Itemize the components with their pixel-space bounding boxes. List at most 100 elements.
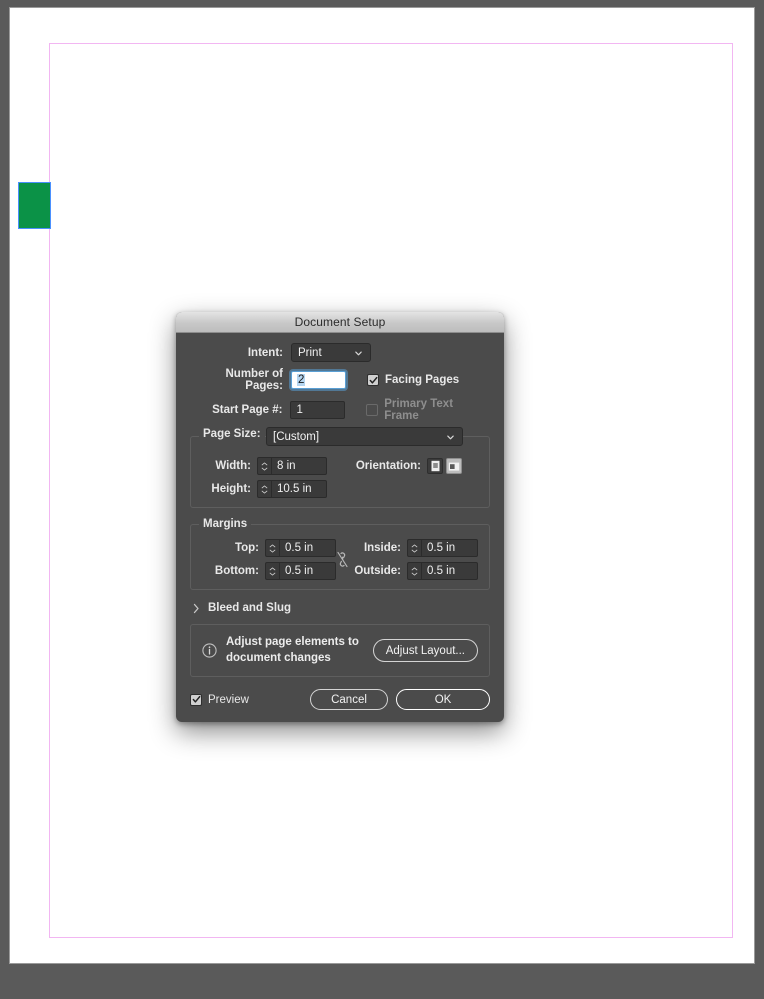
intent-label: Intent: xyxy=(247,346,283,359)
width-input[interactable]: 8 in xyxy=(271,457,327,475)
chevron-down-icon xyxy=(269,549,276,552)
width-label: Width: xyxy=(215,460,251,472)
orientation-buttons xyxy=(427,458,462,474)
margin-bottom-stepper[interactable]: 0.5 in xyxy=(265,562,336,580)
stepper-arrows[interactable] xyxy=(407,539,421,557)
margin-outside-label: Outside: xyxy=(354,565,401,577)
intent-select[interactable]: Print xyxy=(291,343,371,362)
chevron-down-icon xyxy=(411,549,418,552)
bleed-and-slug-label: Bleed and Slug xyxy=(208,602,292,614)
margin-bottom-label: Bottom: xyxy=(214,565,259,577)
chevron-right-icon xyxy=(193,603,199,613)
adjust-layout-description: Adjust page elements to document changes xyxy=(226,636,359,664)
number-of-pages-input[interactable]: 2 xyxy=(291,371,346,389)
check-icon xyxy=(192,695,200,703)
dialog-body: Intent: Print Number of Pages: 2 Facing … xyxy=(176,333,504,722)
page-size-select[interactable]: [Custom] xyxy=(266,427,463,446)
intent-row: Intent: Print xyxy=(190,343,490,362)
bleed-and-slug-disclosure[interactable]: Bleed and Slug xyxy=(190,602,490,614)
margin-outside-value: 0.5 in xyxy=(427,565,456,577)
stepper-arrows[interactable] xyxy=(407,562,421,580)
height-input[interactable]: 10.5 in xyxy=(271,480,327,498)
margin-top-label: Top: xyxy=(234,542,259,554)
margin-outside-stepper[interactable]: 0.5 in xyxy=(407,562,478,580)
number-of-pages-label: Number of Pages: xyxy=(225,368,284,392)
margin-inside-input[interactable]: 0.5 in xyxy=(421,539,478,557)
height-value: 10.5 in xyxy=(277,483,312,495)
start-page-input[interactable]: 1 xyxy=(290,401,346,419)
start-page-row: Start Page #: 1 Primary Text Frame xyxy=(190,398,490,422)
orientation-label: Orientation: xyxy=(355,460,421,472)
check-icon xyxy=(369,376,377,384)
chevron-up-icon xyxy=(269,544,276,547)
number-of-pages-row: Number of Pages: 2 Facing Pages xyxy=(190,368,490,392)
dialog-footer: Preview Cancel OK xyxy=(190,689,490,711)
dialog-title: Document Setup xyxy=(294,315,386,329)
number-of-pages-value: 2 xyxy=(297,374,306,386)
page-size-value: [Custom] xyxy=(273,430,320,443)
chevron-down-icon xyxy=(411,572,418,575)
margin-inside-row: Inside: 0.5 in xyxy=(349,539,479,557)
unlink-margins-icon[interactable] xyxy=(336,551,349,568)
page-size-header: Page Size: xyxy=(199,428,265,440)
chevron-down-icon xyxy=(355,351,362,355)
chevron-up-icon xyxy=(269,567,276,570)
margin-outside-input[interactable]: 0.5 in xyxy=(421,562,478,580)
margins-group: Margins Top: 0.5 in Bottom: 0.5 in Insid… xyxy=(190,518,490,590)
margin-inside-value: 0.5 in xyxy=(427,542,456,554)
chevron-down-icon xyxy=(447,435,454,439)
adjust-layout-button[interactable]: Adjust Layout... xyxy=(372,639,478,663)
adjust-layout-panel: Adjust page elements to document changes… xyxy=(190,624,490,678)
margin-top-row: Top: 0.5 in xyxy=(201,539,336,557)
width-value: 8 in xyxy=(277,460,296,472)
stepper-arrows[interactable] xyxy=(265,539,279,557)
height-row: Height: 10.5 in xyxy=(201,480,479,498)
height-label: Height: xyxy=(211,483,251,495)
stepper-arrows[interactable] xyxy=(257,457,271,475)
stepper-arrows[interactable] xyxy=(265,562,279,580)
chevron-down-icon xyxy=(261,490,268,493)
chevron-up-icon xyxy=(261,462,268,465)
chevron-down-icon xyxy=(269,572,276,575)
width-stepper[interactable]: 8 in xyxy=(257,457,327,475)
document-setup-dialog: Document Setup Intent: Print Number of P… xyxy=(176,312,504,723)
facing-pages-label: Facing Pages xyxy=(385,374,460,386)
chevron-up-icon xyxy=(411,544,418,547)
start-page-label: Start Page #: xyxy=(212,404,283,416)
ok-button[interactable]: OK xyxy=(396,689,490,711)
cancel-button[interactable]: Cancel xyxy=(310,689,388,711)
margin-outside-row: Outside: 0.5 in xyxy=(349,562,479,580)
margin-top-value: 0.5 in xyxy=(285,542,314,554)
margins-title: Margins xyxy=(199,518,252,530)
checkbox-box xyxy=(190,693,202,706)
orientation-portrait-button[interactable] xyxy=(427,458,443,474)
intent-value: Print xyxy=(298,346,322,359)
margin-inside-stepper[interactable]: 0.5 in xyxy=(407,539,478,557)
checkbox-box xyxy=(367,374,379,386)
chevron-up-icon xyxy=(261,485,268,488)
primary-text-frame-checkbox: Primary Text Frame xyxy=(366,398,490,422)
start-page-value: 1 xyxy=(296,404,303,416)
portrait-icon xyxy=(431,460,439,472)
margin-top-stepper[interactable]: 0.5 in xyxy=(265,539,336,557)
info-icon xyxy=(202,643,217,658)
height-stepper[interactable]: 10.5 in xyxy=(257,480,327,498)
chevron-down-icon xyxy=(261,467,268,470)
orientation-landscape-button[interactable] xyxy=(446,458,462,474)
preview-checkbox[interactable]: Preview xyxy=(190,693,249,706)
checkbox-box xyxy=(366,404,379,416)
margin-top-input[interactable]: 0.5 in xyxy=(279,539,336,557)
margin-bottom-input[interactable]: 0.5 in xyxy=(279,562,336,580)
margin-inside-label: Inside: xyxy=(363,542,401,554)
page-size-label: Page Size: xyxy=(203,428,261,440)
primary-text-frame-label: Primary Text Frame xyxy=(384,398,454,422)
facing-pages-checkbox[interactable]: Facing Pages xyxy=(367,374,459,386)
selected-rectangle-object[interactable] xyxy=(18,182,51,229)
width-row: Width: 8 in Orientation: xyxy=(201,457,479,475)
dialog-titlebar[interactable]: Document Setup xyxy=(176,312,504,333)
application-window: Document Setup Intent: Print Number of P… xyxy=(0,0,764,999)
landscape-icon xyxy=(448,462,460,471)
stepper-arrows[interactable] xyxy=(257,480,271,498)
margin-bottom-value: 0.5 in xyxy=(285,565,314,577)
page-size-group: Page Size: [Custom] Width: 8 in Orientat… xyxy=(190,427,490,508)
